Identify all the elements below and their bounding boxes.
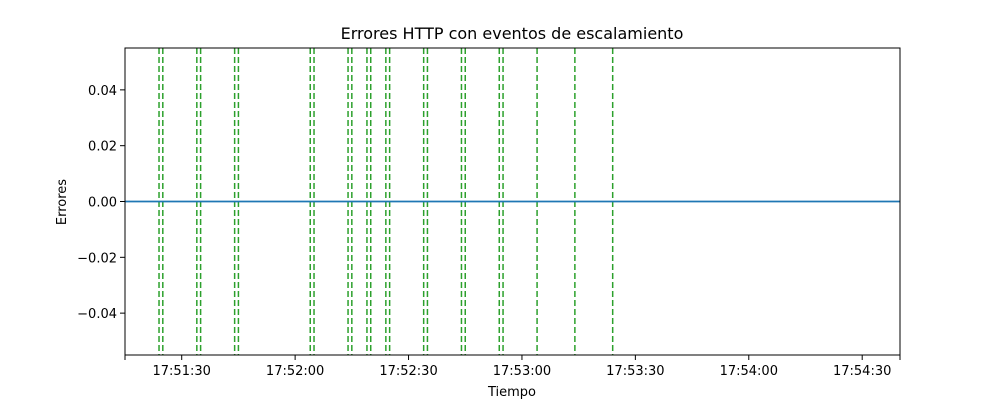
y-tick-label: 0.02 [88,140,117,155]
x-tick-label: 17:51:30 [153,364,211,379]
chart-title: Errores HTTP con eventos de escalamiento [341,24,684,43]
x-tick-label: 17:53:00 [493,364,551,379]
y-tick-label: 0.04 [88,84,117,99]
y-tick-label: 0.00 [88,196,117,211]
x-axis-label: Tiempo [487,385,536,400]
x-tick-label: 17:52:30 [379,364,437,379]
x-tick-label: 17:53:30 [606,364,664,379]
y-tick-label: −0.02 [77,251,117,266]
x-axis-ticks: 17:51:30 17:52:00 17:52:30 17:53:00 17:53:30… [124,355,901,379]
x-tick-label: 17:52:00 [266,364,324,379]
x-tick-label: 17:54:30 [833,364,891,379]
x-tick-label: 17:54:00 [720,364,778,379]
chart: Errores HTTP con eventos de escalamiento… [55,24,901,400]
y-tick-label: −0.04 [77,307,117,322]
y-axis-label: Errores [55,179,70,225]
y-axis-ticks: 0.04 0.02 0.00 −0.02 −0.04 [77,84,125,322]
